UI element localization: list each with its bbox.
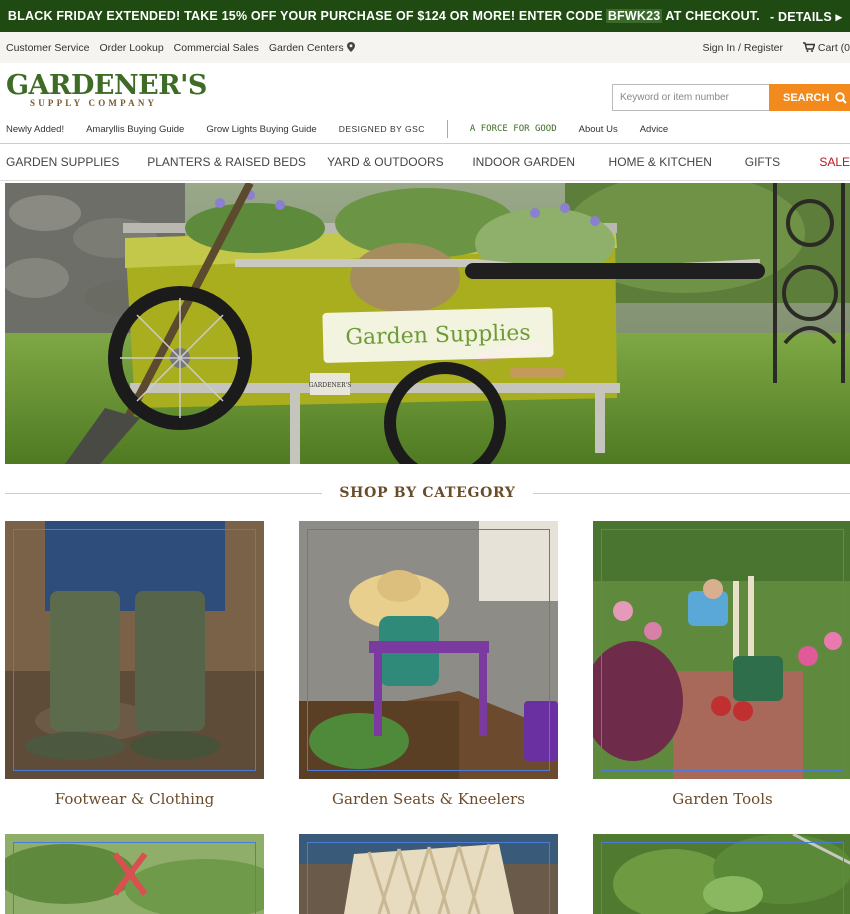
customer-service-link[interactable]: Customer Service <box>6 42 89 54</box>
sign-in-link[interactable]: Sign In / Register <box>702 42 783 54</box>
utility-bar: Customer Service Order Lookup Commercial… <box>0 32 850 63</box>
advice-link[interactable]: Advice <box>640 124 669 135</box>
search-button-label: SEARCH <box>783 91 830 104</box>
commercial-sales-link[interactable]: Commercial Sales <box>174 42 259 54</box>
tile-frame <box>307 529 550 771</box>
heading-rule-left <box>5 492 323 494</box>
nav-garden-supplies[interactable]: GARDEN SUPPLIES <box>6 155 147 169</box>
amaryllis-guide-link[interactable]: Amaryllis Buying Guide <box>86 124 184 135</box>
tile-frame <box>13 842 256 914</box>
search-bar: SEARCH <box>612 84 850 111</box>
garden-centers-link[interactable]: Garden Centers <box>268 41 355 54</box>
about-us-link[interactable]: About Us <box>579 124 618 135</box>
promo-text-after: AT CHECKOUT. <box>665 9 760 23</box>
category-tile-seats-kneelers[interactable] <box>299 521 558 779</box>
nav-sale[interactable]: SALE <box>819 155 850 169</box>
force-for-good-link[interactable]: A FORCE FOR GOOD <box>470 124 557 134</box>
hero-cart-brand: GARDENER'S <box>309 382 352 389</box>
category-tile-row2-3[interactable] <box>593 834 850 914</box>
category-tile-footwear[interactable] <box>5 521 264 779</box>
site-header: GARDENER'S SUPPLY COMPANY SEARCH <box>0 63 850 115</box>
category-tile-row2-1[interactable] <box>5 834 264 914</box>
nav-yard-outdoors[interactable]: YARD & OUTDOORS <box>327 155 472 169</box>
newly-added-link[interactable]: Newly Added! <box>6 124 64 135</box>
cart-label: Cart (0 <box>817 41 850 54</box>
nav-planters-raised-beds[interactable]: PLANTERS & RAISED BEDS <box>147 155 327 169</box>
cart-icon <box>802 41 816 52</box>
map-pin-icon <box>346 41 355 52</box>
category-label-garden-tools[interactable]: Garden Tools <box>593 790 850 808</box>
search-icon <box>835 91 848 104</box>
section-title: SHOP BY CATEGORY <box>339 485 516 501</box>
divider <box>446 120 448 138</box>
hero-banner[interactable]: GARDENER'S Garden Supplies <box>5 183 850 464</box>
heading-rule-right <box>532 492 850 494</box>
hero-label: Garden Supplies <box>322 306 554 364</box>
nav-gifts[interactable]: GIFTS <box>745 155 820 169</box>
shop-by-category-heading: SHOP BY CATEGORY <box>5 480 850 506</box>
nav-home-kitchen[interactable]: HOME & KITCHEN <box>609 155 745 169</box>
designed-by-gsc-link[interactable]: DESIGNED BY GSC <box>339 124 425 134</box>
garden-centers-label: Garden Centers <box>268 41 344 54</box>
category-tile-row2-2[interactable] <box>299 834 558 914</box>
search-button[interactable]: SEARCH <box>769 84 850 111</box>
category-label-seats-kneelers[interactable]: Garden Seats & Kneelers <box>299 790 558 808</box>
grow-lights-guide-link[interactable]: Grow Lights Buying Guide <box>206 124 316 135</box>
promo-banner[interactable]: BLACK FRIDAY EXTENDED! TAKE 15% OFF YOUR… <box>0 0 850 32</box>
order-lookup-link[interactable]: Order Lookup <box>99 42 163 54</box>
logo-main: GARDENER'S <box>6 70 207 101</box>
promo-details-link[interactable]: - DETAILS ▸ <box>770 9 842 24</box>
promo-code: BFWK23 <box>605 9 663 23</box>
cart-link[interactable]: Cart (0 <box>802 41 850 54</box>
category-tile-garden-tools[interactable] <box>593 521 850 779</box>
secondary-nav: Newly Added! Amaryllis Buying Guide Grow… <box>0 115 850 143</box>
tile-frame <box>307 842 550 914</box>
nav-indoor-garden[interactable]: INDOOR GARDEN <box>472 155 608 169</box>
category-label-footwear[interactable]: Footwear & Clothing <box>5 790 264 808</box>
promo-text: BLACK FRIDAY EXTENDED! TAKE 15% OFF YOUR… <box>7 9 603 23</box>
tile-frame <box>601 529 844 771</box>
tile-frame <box>601 842 844 914</box>
site-logo[interactable]: GARDENER'S SUPPLY COMPANY <box>6 70 207 108</box>
tile-frame <box>13 529 256 771</box>
main-nav: GARDEN SUPPLIES PLANTERS & RAISED BEDS Y… <box>0 143 850 181</box>
search-input[interactable] <box>612 84 769 111</box>
